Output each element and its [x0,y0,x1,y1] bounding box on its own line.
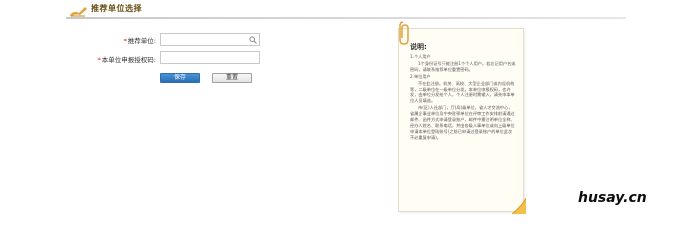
note-item: 1.个人用户 [410,54,431,59]
page-header: 推荐单位选择 [0,0,692,19]
note-item: 不在此注册。机关、高校、大型企业部门或内设机构等，二级单位在一级单位分发。本单位… [410,80,515,104]
required-mark: * [123,37,127,45]
note-item: 1个身份证号只能注册1个个人用户。若忘记用户名或密码，请联系推荐单位重置密码。 [410,60,516,72]
auth-code-label-text: 本单位申报授权码: [101,56,156,64]
note-item: 2.单位用户 [410,73,431,79]
instructions-title: 说明: [410,43,427,51]
header-divider [66,17,626,19]
note-item: 市(区)人社部门，厅(局)级单位，省人才交流中心，省属企事业单位及中央驻鄂单位在… [410,105,515,140]
auth-code-input[interactable] [160,51,260,64]
page-title: 推荐单位选择 [91,4,142,13]
instructions-body: 1.个人用户 1个身份证号只能注册1个个人用户。若忘记用户名或密码，请联系推荐单… [404,54,516,142]
recommend-unit-input[interactable] [160,33,260,46]
required-mark: * [97,56,101,64]
save-button[interactable]: 保存 [160,73,200,83]
reset-button[interactable]: 重置 [212,73,252,83]
search-icon[interactable] [249,36,257,44]
page-curl-icon [511,197,527,215]
auth-code-label: *本单位申报授权码: [66,54,156,64]
recommend-unit-label-text: 推荐单位: [127,37,156,45]
pen-note-icon [68,3,88,17]
recommend-unit-label: *推荐单位: [66,35,156,45]
watermark: husay.cn [578,190,647,206]
